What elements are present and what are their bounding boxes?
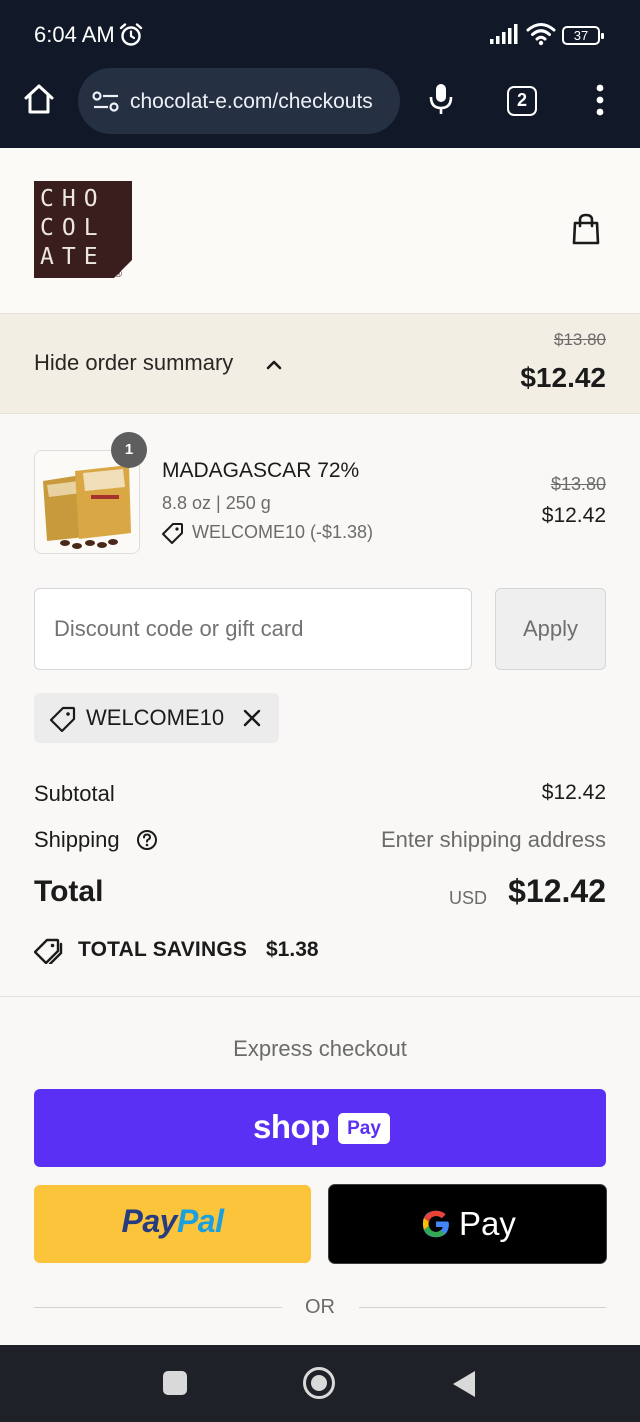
total-label: Total — [34, 875, 104, 908]
address-bar[interactable]: chocolat-e.com/checkouts — [78, 68, 400, 134]
product-name: MADAGASCAR 72% — [162, 459, 360, 482]
product-discount: WELCOME10 (-$1.38) — [192, 522, 374, 542]
shipping-value: Enter shipping address — [380, 827, 606, 852]
tag-icon — [50, 706, 76, 732]
product-original-price: $13.80 — [550, 474, 606, 494]
chevron-up-icon — [266, 360, 282, 370]
discount-code-input[interactable] — [34, 588, 472, 670]
savings-tag-icon — [34, 938, 63, 964]
total-value: $12.42 — [508, 873, 606, 909]
product-variant: 8.8 oz | 250 g — [162, 493, 271, 513]
store-logo[interactable]: CHO COL ATE ® — [34, 181, 132, 280]
quantity-badge: 1 — [111, 432, 147, 468]
or-divider-right — [359, 1307, 606, 1308]
back-icon[interactable] — [453, 1371, 475, 1397]
express-checkout-title: Express checkout — [233, 1036, 407, 1061]
subtotal-label: Subtotal — [34, 781, 115, 806]
recents-icon[interactable] — [163, 1371, 187, 1395]
google-pay-button[interactable]: Pay — [328, 1184, 607, 1264]
site-header: CHO COL ATE ® — [0, 148, 640, 314]
applied-discount-chip: WELCOME10 — [34, 693, 279, 743]
status-time: 6:04 AM — [34, 22, 115, 47]
status-bar: 6:04 AM 37 — [0, 0, 640, 62]
shipping-label: Shipping — [34, 827, 120, 852]
order-summary-toggle[interactable]: Hide order summary $13.80 $12.42 — [0, 314, 640, 414]
shop-pay-word: shop — [253, 1108, 330, 1145]
wifi-icon — [526, 23, 556, 46]
total-currency: USD — [449, 888, 488, 908]
shop-pay-badge: Pay — [338, 1113, 390, 1144]
tune-icon[interactable] — [92, 90, 120, 114]
summary-total: $12.42 — [520, 362, 606, 393]
more-vert-icon[interactable] — [590, 84, 610, 116]
google-g-icon — [422, 1210, 449, 1238]
logo-text: CHO COL ATE — [40, 186, 106, 270]
product-price: $12.42 — [541, 504, 606, 527]
google-pay-word: Pay — [459, 1205, 516, 1242]
applied-discount-code: WELCOME10 — [86, 705, 225, 730]
paypal-logo: PayPal — [121, 1203, 224, 1239]
nav-home-icon[interactable] — [303, 1367, 335, 1399]
close-icon[interactable] — [242, 708, 262, 728]
shopping-bag-icon[interactable] — [571, 212, 601, 246]
tag-icon — [162, 523, 183, 544]
shop-pay-button[interactable]: shop Pay — [34, 1089, 606, 1167]
logo-registered: ® — [114, 269, 122, 280]
browser-toolbar: chocolat-e.com/checkouts 2 — [0, 62, 640, 148]
system-nav-bar — [0, 1345, 640, 1422]
apply-discount-button[interactable]: Apply — [495, 588, 606, 670]
subtotal-value: $12.42 — [541, 781, 606, 804]
section-divider — [0, 996, 640, 997]
signal-icon — [490, 24, 518, 44]
alarm-icon — [119, 23, 143, 46]
total-savings-value: $1.38 — [266, 938, 319, 961]
summary-toggle-label[interactable]: Hide order summary — [34, 350, 233, 376]
paypal-button[interactable]: PayPal — [34, 1185, 311, 1263]
help-icon[interactable] — [136, 829, 158, 851]
summary-original-total: $13.80 — [554, 330, 606, 349]
mic-icon[interactable] — [428, 82, 454, 116]
home-icon[interactable] — [22, 82, 56, 116]
url-text[interactable]: chocolat-e.com/checkouts — [130, 90, 373, 114]
tabs-icon[interactable]: 2 — [507, 86, 537, 116]
battery-icon: 37 — [562, 26, 604, 45]
total-savings-label: TOTAL SAVINGS — [78, 938, 248, 961]
